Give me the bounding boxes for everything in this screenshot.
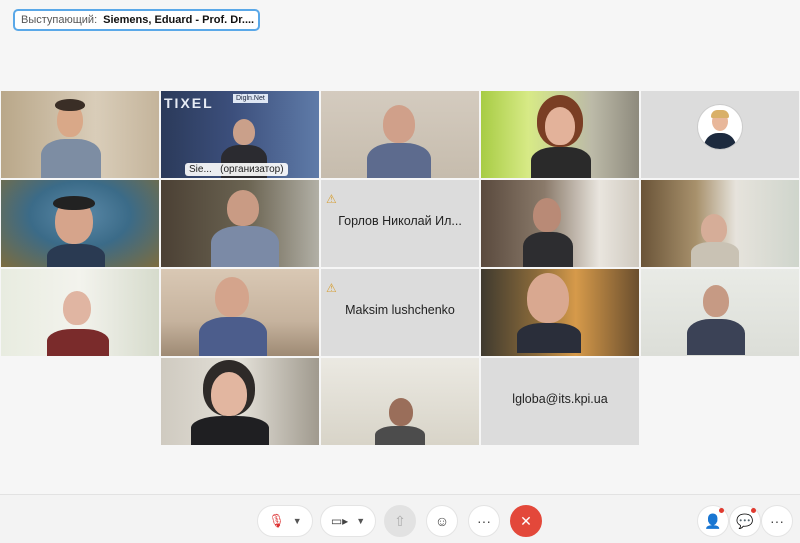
smile-icon: ☺: [434, 513, 450, 529]
meeting-controls-toolbar: 🎙 ▼ ▭▸ ▼ ⇧ ☺ ··· ✕ 👤 💬 ···: [0, 494, 800, 543]
share-screen-icon: ⇧: [394, 512, 406, 529]
participant-video-9[interactable]: [481, 180, 639, 267]
more-icon: ···: [770, 513, 784, 529]
notification-dot: [719, 508, 724, 513]
close-icon: ✕: [520, 512, 532, 529]
chevron-down-icon[interactable]: ▼: [293, 516, 302, 526]
video-button[interactable]: ▭▸ ▼: [320, 505, 376, 537]
banner-text: Digln.Net: [233, 94, 268, 103]
organizer-name: Sie...: [189, 164, 212, 175]
participant-name: lgloba@its.kpi.ua: [512, 392, 608, 406]
more-icon: ···: [477, 513, 491, 529]
participant-tile-8[interactable]: ⚠ Горлов Николай Ил...: [321, 180, 479, 267]
participant-video-14[interactable]: [481, 269, 639, 356]
participant-tile-13[interactable]: ⚠ Maksim lushchenko: [321, 269, 479, 356]
overflow-menu-button[interactable]: ···: [761, 505, 793, 537]
participant-video-10[interactable]: [641, 180, 799, 267]
participant-tile-19[interactable]: lgloba@its.kpi.ua: [481, 358, 639, 445]
video-grid: TIXEL Digln.Net Sie... (организатор) ⚠ Г…: [0, 0, 800, 500]
participant-video-15[interactable]: [641, 269, 799, 356]
share-button[interactable]: ⇧: [384, 505, 416, 537]
participant-tile-5-avatar[interactable]: [641, 91, 799, 178]
leave-meeting-button[interactable]: ✕: [510, 505, 542, 537]
participant-name: Горлов Николай Ил...: [338, 214, 462, 228]
participant-video-1[interactable]: [1, 91, 159, 178]
mute-button[interactable]: 🎙 ▼: [257, 505, 313, 537]
participant-video-16[interactable]: [161, 358, 319, 445]
participants-button[interactable]: 👤: [697, 505, 729, 537]
participant-video-17[interactable]: [321, 358, 479, 445]
connection-warning-icon: ⚠: [326, 281, 337, 295]
participant-video-3[interactable]: [321, 91, 479, 178]
participant-video-2-organizer[interactable]: TIXEL Digln.Net Sie... (организатор): [161, 91, 319, 178]
organizer-name-label: Sie... (организатор): [185, 163, 288, 176]
avatar: [698, 105, 742, 149]
reactions-button[interactable]: ☺: [426, 505, 458, 537]
participant-video-6[interactable]: [1, 180, 159, 267]
participant-video-7[interactable]: [161, 180, 319, 267]
participant-video-4[interactable]: [481, 91, 639, 178]
connection-warning-icon: ⚠: [326, 192, 337, 206]
video-camera-icon: ▭▸: [330, 514, 349, 528]
mic-muted-icon: 🎙: [268, 513, 285, 528]
organizer-role: (организатор): [220, 164, 284, 175]
participant-video-12[interactable]: [161, 269, 319, 356]
notification-dot: [751, 508, 756, 513]
tixel-logo: TIXEL: [164, 95, 214, 111]
participants-icon: 👤: [704, 512, 722, 529]
participant-video-11[interactable]: [1, 269, 159, 356]
more-options-button[interactable]: ···: [468, 505, 500, 537]
chat-icon: 💬: [736, 512, 754, 529]
chevron-down-icon[interactable]: ▼: [356, 516, 365, 526]
participant-name: Maksim lushchenko: [345, 303, 455, 317]
chat-button[interactable]: 💬: [729, 505, 761, 537]
